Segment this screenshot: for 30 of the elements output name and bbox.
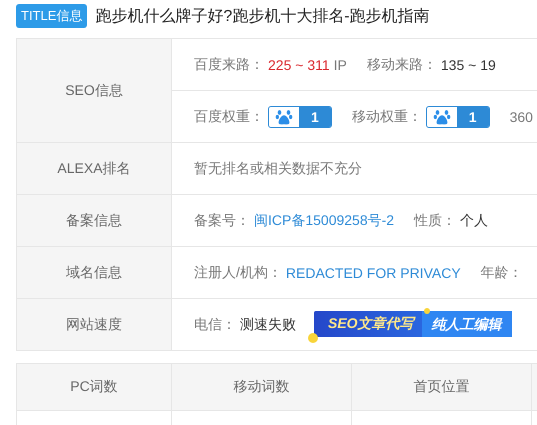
column-header: 首页位置 xyxy=(352,364,532,411)
field-label: 360 xyxy=(510,108,533,124)
field-label: 移动来路： xyxy=(366,56,437,74)
row-label: ALEXA排名 xyxy=(17,143,172,194)
field-value: 测速失败 xyxy=(240,316,296,334)
row-label: 网站速度 xyxy=(17,299,172,350)
page-title: 跑步机什么牌子好?跑步机十大排名-跑步机指南 xyxy=(95,6,430,26)
unit-label: IP xyxy=(334,56,347,72)
field-label: 百度来路： xyxy=(194,56,264,74)
row-label: SEO信息 xyxy=(17,39,172,142)
field-label: 移动权重： xyxy=(352,108,422,126)
weight-badge: 1 xyxy=(268,106,332,128)
row-label: 备案信息 xyxy=(17,195,172,246)
row-label: 域名信息 xyxy=(17,247,172,298)
column-header: 移动词数 xyxy=(172,364,352,411)
field-value: 225 ~ 311 xyxy=(268,56,330,72)
weight-badge: 1 xyxy=(426,106,490,128)
title-badge: TITLE信息 xyxy=(16,4,88,28)
field-label: 性质： xyxy=(414,212,456,230)
field-label: 年龄： xyxy=(480,264,523,282)
field-label: 备案号： xyxy=(194,212,250,230)
field-label: 百度权重： xyxy=(194,108,264,126)
note-text: 暂无排名或相关数据不充分 xyxy=(194,160,362,178)
field-value[interactable]: 闽ICP备15009258号-2 xyxy=(254,212,394,230)
field-value: 135 ~ 19 xyxy=(440,56,496,72)
column-header: PC词数 xyxy=(17,364,172,411)
field-label: 注册人/机构： xyxy=(194,264,282,282)
field-value[interactable]: REDACTED FOR PRIVACY xyxy=(286,264,461,280)
field-label: 电信： xyxy=(194,316,236,334)
field-value: 个人 xyxy=(460,212,488,230)
